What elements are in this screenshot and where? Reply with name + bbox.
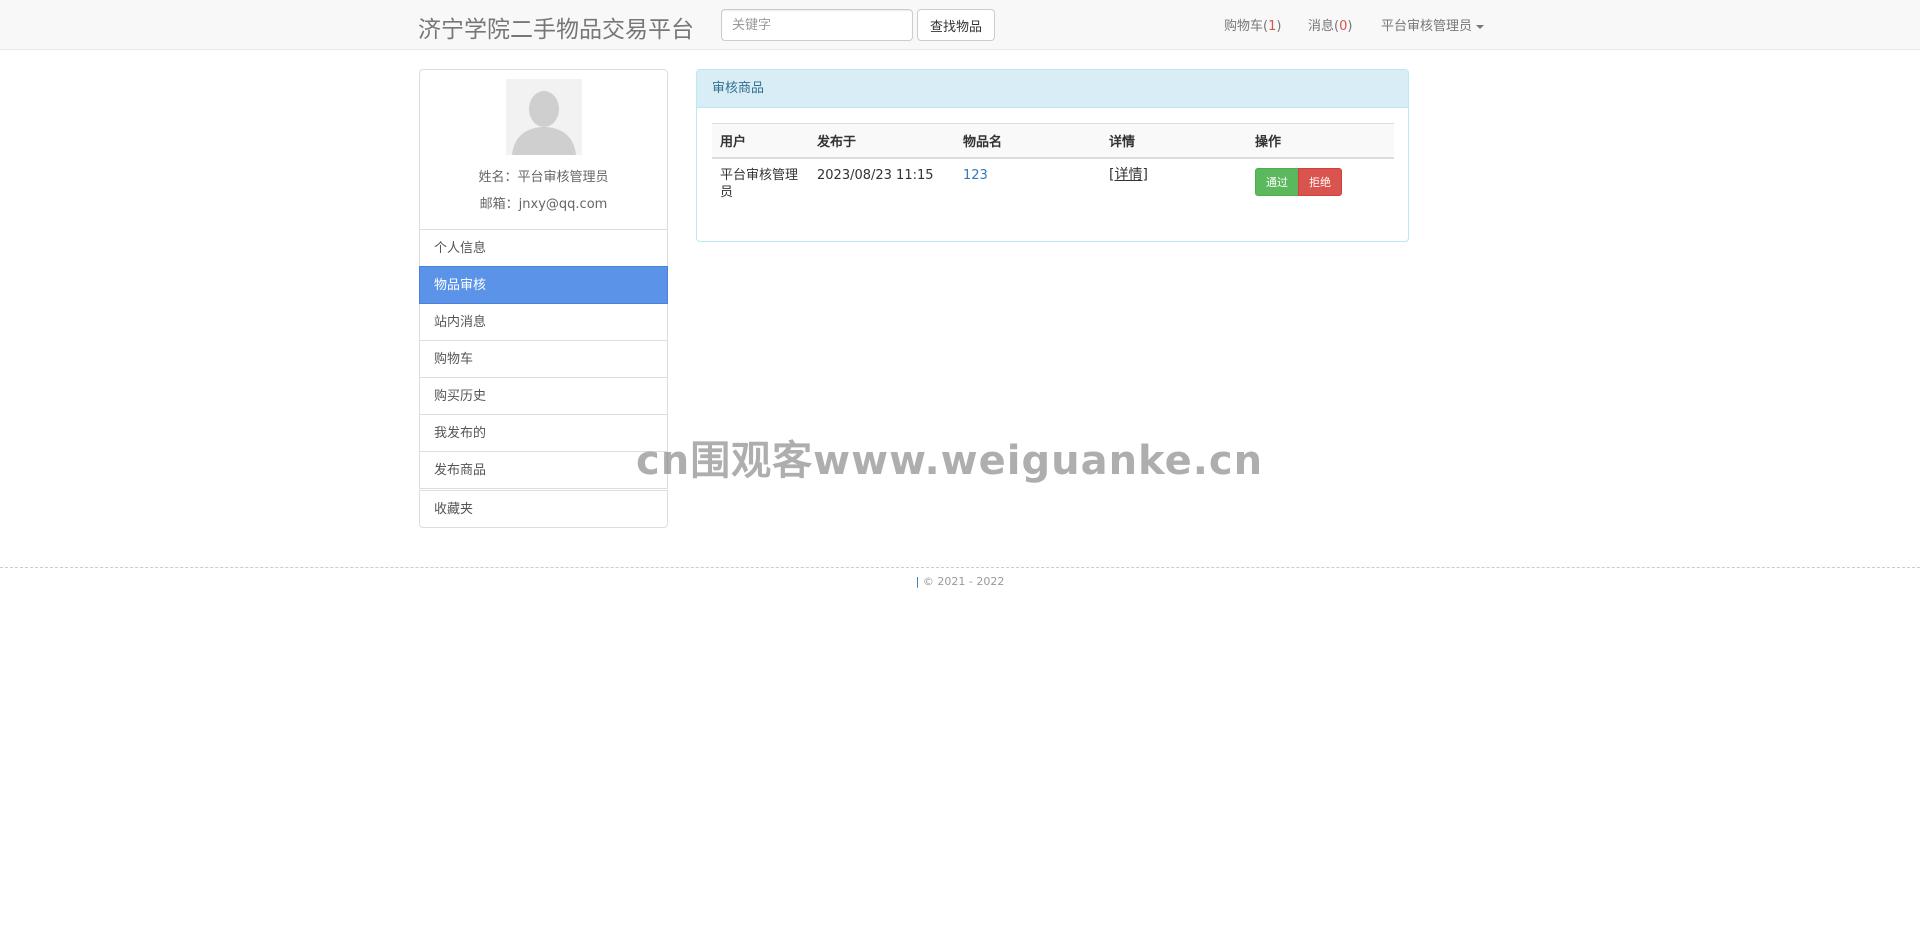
profile-name: 姓名：平台审核管理员 [478,170,609,185]
sidebar-menu: 个人信息 物品审核 站内消息 购物车 购买历史 我发布的 发布商品 收藏夹 [419,229,668,528]
messages-close: ) [1347,19,1353,34]
user-silhouette-icon [506,79,582,155]
footer-copyright: © 2021 - 2022 [922,575,1005,588]
search-input[interactable] [721,9,913,41]
sidebar-item-cart[interactable]: 购物车 [419,340,668,378]
nav-cart-link[interactable]: 购物车(1) [1224,15,1281,34]
item-name-link[interactable]: 123 [963,168,988,183]
cell-published: 2023/08/23 11:15 [817,167,934,183]
sidebar-item-favorites[interactable]: 收藏夹 [419,490,668,528]
review-table: 用户 发布于 物品名 详情 操作 平台审核管理员 2023/08/23 11:1… [712,123,1394,209]
nav-messages-link[interactable]: 消息(0) [1308,15,1352,34]
sidebar-item-messages[interactable]: 站内消息 [419,303,668,341]
site-brand[interactable]: 济宁学院二手物品交易平台 [418,10,694,44]
footer-divider [0,567,1920,568]
cell-item: 123 [955,158,1101,209]
column-header: 物品名 [955,123,1101,159]
detail-link[interactable]: [详情] [1109,167,1148,183]
cell-user: 平台审核管理员 [720,167,799,200]
search-button[interactable]: 查找物品 [917,9,995,41]
action-button-group: 通过 拒绝 [1255,167,1342,196]
sidebar-item-publish-item[interactable]: 发布商品 [419,451,668,489]
cell-actions: 通过 拒绝 [1247,158,1394,209]
watermark: cn围观客www.weiguanke.cn [636,438,1264,484]
sidebar-item-profile-info[interactable]: 个人信息 [419,229,668,267]
cell-detail: [详情] [1101,158,1247,209]
user-dropdown[interactable]: 平台审核管理员 [1381,15,1485,34]
review-panel: 审核商品 用户 发布于 物品名 详情 操作 平台审核管理员 2023/08/23… [696,69,1409,242]
footer-separator: | [915,575,920,588]
footer: | © 2021 - 2022 [0,575,1920,588]
panel-title: 审核商品 [697,70,1408,108]
table-header-row: 用户 发布于 物品名 详情 操作 [712,123,1394,159]
column-header: 用户 [712,123,809,159]
top-navbar: 济宁学院二手物品交易平台 查找物品 购物车(1) 消息(0) 平台审核管理员 [0,0,1920,50]
reject-button[interactable]: 拒绝 [1298,167,1342,196]
sidebar-item-my-posts[interactable]: 我发布的 [419,414,668,452]
profile-card: 姓名：平台审核管理员 邮箱：jnxy@qq.com [419,69,668,230]
avatar [506,79,582,155]
sidebar-item-purchase-history[interactable]: 购买历史 [419,377,668,415]
sidebar-item-item-review[interactable]: 物品审核 [419,266,668,304]
cart-close: ) [1276,19,1282,34]
profile-email: 邮箱：jnxy@qq.com [479,197,608,212]
table-row: 平台审核管理员 2023/08/23 11:15 123 [详情] 通过 拒绝 [712,158,1394,209]
caret-down-icon [1476,24,1485,29]
cart-label: 购物车( [1224,19,1269,34]
user-dropdown-label: 平台审核管理员 [1381,19,1473,34]
column-header: 操作 [1247,123,1394,159]
messages-label: 消息( [1308,19,1340,34]
column-header: 发布于 [809,123,955,159]
column-header: 详情 [1101,123,1247,159]
approve-button[interactable]: 通过 [1255,167,1299,196]
